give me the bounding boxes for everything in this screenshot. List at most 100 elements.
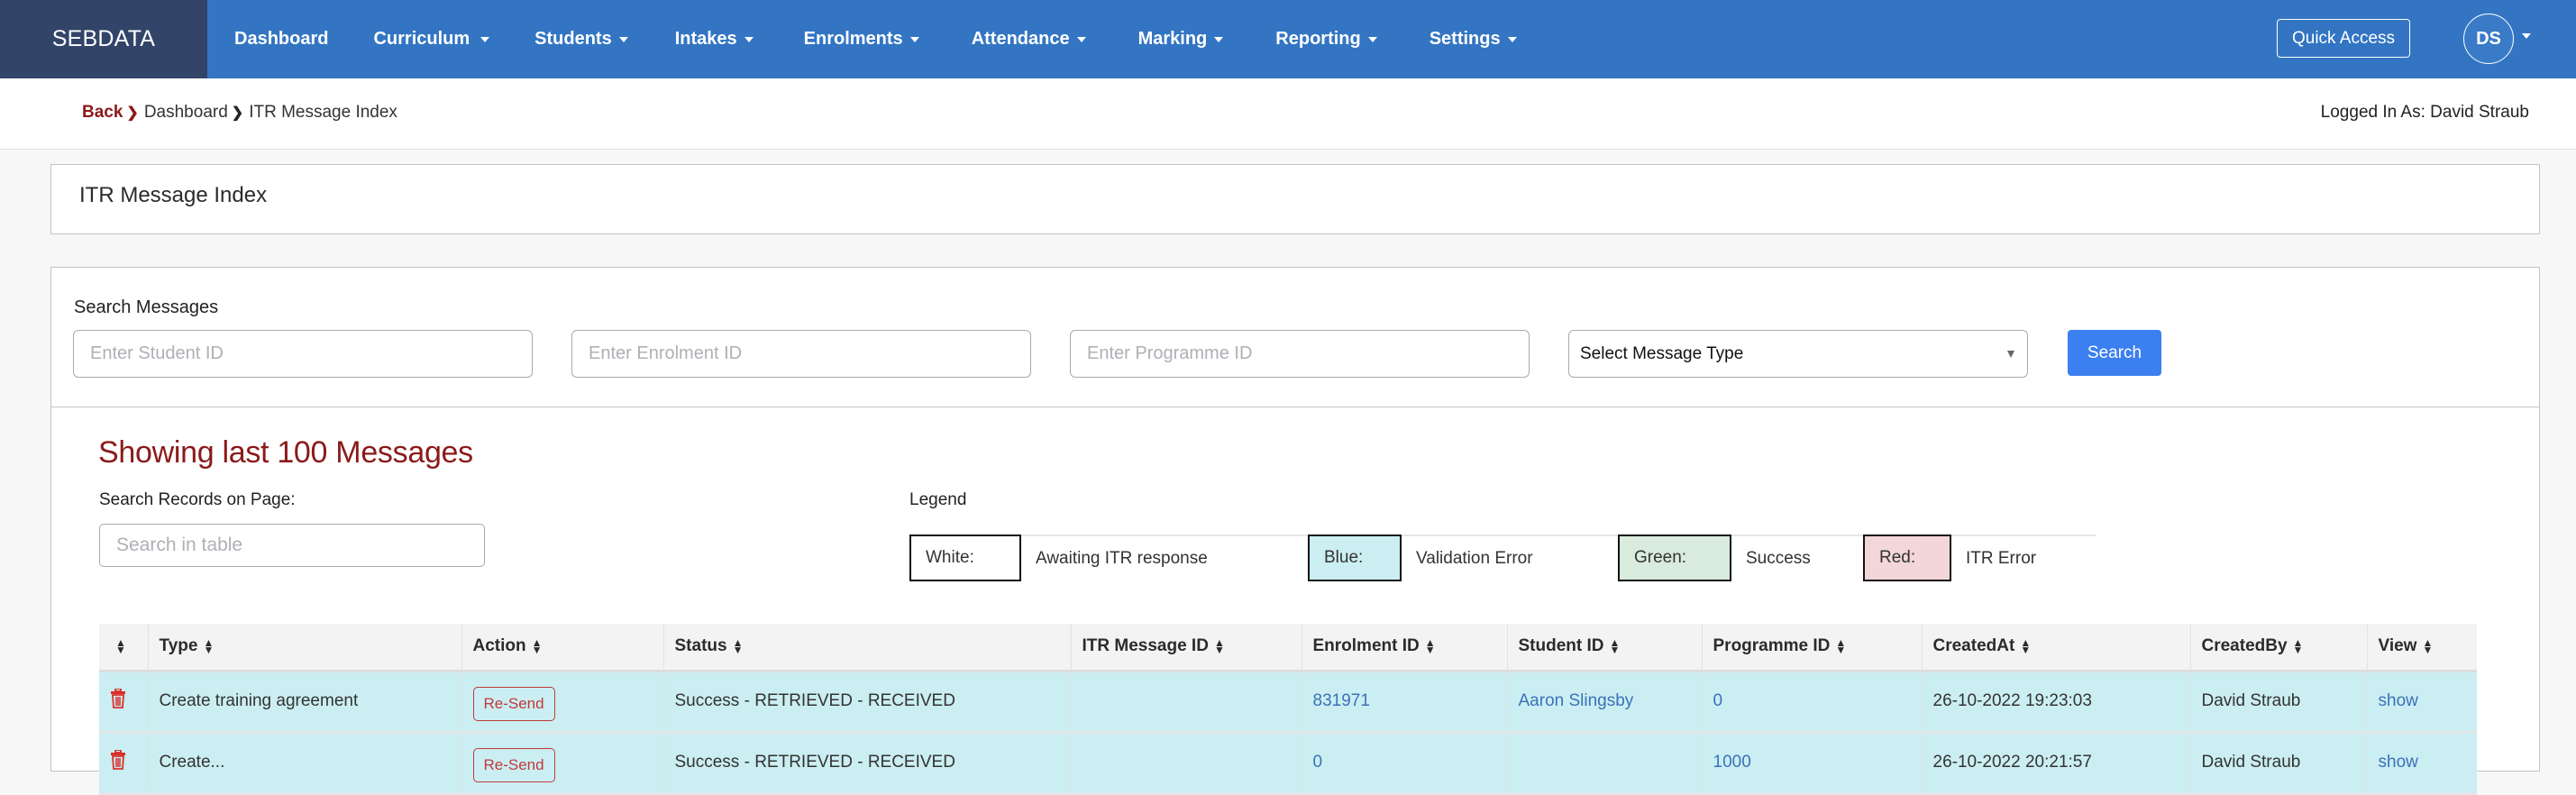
action-cell: Re-Send — [461, 732, 664, 795]
column-header-view[interactable]: View ▲ ▼ — [2367, 624, 2477, 672]
results-heading: Showing last 100 Messages — [98, 435, 473, 470]
nav-item-reporting[interactable]: Reporting — [1275, 29, 1377, 50]
column-header-actions[interactable]: ▲ ▼ — [99, 624, 149, 672]
nav-item-dashboard[interactable]: Dashboard — [234, 29, 328, 50]
chevron-right-icon: ❯ — [231, 105, 244, 121]
programme-id-cell: 0 — [1702, 671, 1923, 734]
student-id-cell: Aaron Slingsby — [1507, 671, 1703, 734]
breadcrumb: Back ❯ Dashboard ❯ ITR Message Index — [82, 103, 397, 123]
nav-label: Curriculum — [373, 29, 470, 49]
caret-down-icon — [1076, 36, 1086, 42]
column-header-created-at[interactable]: CreatedAt ▲ ▼ — [1922, 624, 2191, 672]
column-header-type[interactable]: Type ▲ ▼ — [148, 624, 462, 672]
page-header-card: ITR Message Index — [50, 164, 2540, 234]
nav-item-enrolments[interactable]: Enrolments — [804, 29, 919, 50]
student-id-input[interactable] — [73, 330, 533, 378]
nav-item-marking[interactable]: Marking — [1138, 29, 1224, 50]
table-row: Create training agreement Re-Send Succes… — [99, 671, 2477, 734]
column-header-action[interactable]: Action ▲ ▼ — [461, 624, 664, 672]
column-label: Status — [674, 636, 727, 656]
top-navbar: SEBDATA Dashboard Curriculum Students In… — [0, 0, 2576, 78]
user-menu-caret-icon[interactable] — [2522, 33, 2531, 39]
show-link[interactable]: show — [2379, 691, 2418, 710]
nav-label: Marking — [1137, 29, 1208, 49]
nav-label: Students — [534, 29, 612, 49]
caret-down-icon — [744, 36, 754, 42]
programme-id-link[interactable]: 0 — [1713, 691, 1723, 710]
caret-down-icon — [1214, 36, 1224, 42]
caret-down-icon — [480, 36, 490, 42]
caret-down-icon — [1367, 36, 1377, 42]
column-label: Action — [472, 636, 526, 656]
itr-message-id-cell — [1071, 671, 1302, 734]
logged-in-user: Logged In As: David Straub — [2320, 103, 2529, 122]
breadcrumb-back-link[interactable]: Back — [82, 103, 123, 123]
breadcrumb-dashboard-link[interactable]: Dashboard — [144, 103, 228, 123]
column-header-status[interactable]: Status ▲ ▼ — [663, 624, 1072, 672]
trash-icon[interactable] — [110, 688, 126, 714]
column-header-enrolment-id[interactable]: Enrolment ID ▲ ▼ — [1302, 624, 1508, 672]
column-header-programme-id[interactable]: Programme ID ▲ ▼ — [1702, 624, 1923, 672]
legend-text-green: Success — [1746, 549, 1811, 568]
trash-icon[interactable] — [110, 749, 126, 775]
column-label: CreatedAt — [1932, 636, 2015, 656]
search-messages-label: Search Messages — [74, 297, 219, 317]
itr-message-id-cell — [1071, 732, 1302, 795]
programme-id-input[interactable] — [1070, 330, 1530, 378]
chevron-right-icon: ❯ — [126, 105, 139, 121]
sort-icon: ▲ ▼ — [531, 636, 543, 657]
nav-item-curriculum[interactable]: Curriculum — [373, 29, 490, 50]
message-type-select[interactable]: Select Message Type — [1568, 330, 2028, 378]
programme-id-link[interactable]: 1000 — [1713, 753, 1751, 772]
legend-swatch-blue: Blue: — [1308, 535, 1402, 581]
column-header-itr-message-id[interactable]: ITR Message ID ▲ ▼ — [1071, 624, 1302, 672]
enrolment-id-input[interactable] — [571, 330, 1031, 378]
nav-item-intakes[interactable]: Intakes — [675, 29, 754, 50]
sort-icon: ▲ ▼ — [203, 636, 215, 657]
show-link[interactable]: show — [2379, 753, 2418, 772]
enrolment-id-link[interactable]: 831971 — [1313, 691, 1370, 710]
enrolment-id-link[interactable]: 0 — [1313, 753, 1323, 772]
student-link[interactable]: Aaron Slingsby — [1519, 691, 1634, 710]
caret-down-icon — [618, 36, 628, 42]
table-search-input[interactable] — [99, 524, 485, 567]
column-header-student-id[interactable]: Student ID ▲ ▼ — [1507, 624, 1703, 672]
sort-icon: ▲ ▼ — [1424, 636, 1436, 657]
search-messages-form: Search Messages Select Message Type Sear… — [51, 268, 2539, 407]
dropdown-arrow-icon — [2007, 351, 2014, 358]
quick-access-button[interactable]: Quick Access — [2277, 19, 2410, 58]
nav-item-attendance[interactable]: Attendance — [972, 29, 1086, 50]
column-label: Enrolment ID — [1312, 636, 1420, 656]
created-by-cell: David Straub — [2190, 732, 2368, 795]
column-label: View — [2378, 636, 2417, 656]
table-row: Create... Re-Send Success - RETRIEVED - … — [99, 732, 2477, 795]
column-label: ITR Message ID — [1082, 636, 1209, 656]
resend-button[interactable]: Re-Send — [472, 748, 555, 782]
column-header-created-by[interactable]: CreatedBy ▲ ▼ — [2190, 624, 2368, 672]
breadcrumb-current: ITR Message Index — [249, 103, 397, 122]
delete-cell — [99, 732, 149, 795]
resend-button[interactable]: Re-Send — [472, 687, 555, 721]
sort-icon: ▲ ▼ — [1213, 636, 1225, 657]
message-type-selected: Select Message Type — [1580, 343, 1744, 363]
nav-label: Reporting — [1275, 29, 1361, 49]
view-cell: show — [2367, 671, 2477, 734]
legend-text-white: Awaiting ITR response — [1036, 549, 1208, 568]
nav-item-students[interactable]: Students — [534, 29, 628, 50]
messages-table: ▲ ▼ Type ▲ ▼ Action ▲ ▼ Status ▲ ▼ ITR Message … — [99, 624, 2477, 795]
sort-icon: ▲ ▼ — [2292, 636, 2304, 657]
legend-text-blue: Validation Error — [1416, 549, 1533, 568]
nav-label: Intakes — [674, 29, 737, 49]
main-nav: Dashboard Curriculum Students Intakes En… — [207, 0, 1517, 78]
brand-logo[interactable]: SEBDATA — [0, 0, 207, 78]
legend-swatch-red: Red: — [1863, 535, 1951, 581]
enrolment-id-cell: 831971 — [1302, 671, 1508, 734]
status-cell: Success - RETRIEVED - RECEIVED — [663, 671, 1072, 734]
action-cell: Re-Send — [461, 671, 664, 734]
search-button[interactable]: Search — [2068, 330, 2161, 376]
nav-label: Enrolments — [803, 29, 903, 49]
sort-icon: ▲ ▼ — [2020, 636, 2032, 657]
nav-item-settings[interactable]: Settings — [1430, 29, 1517, 50]
user-avatar[interactable]: DS — [2463, 14, 2514, 64]
legend-label: Legend — [909, 490, 967, 509]
